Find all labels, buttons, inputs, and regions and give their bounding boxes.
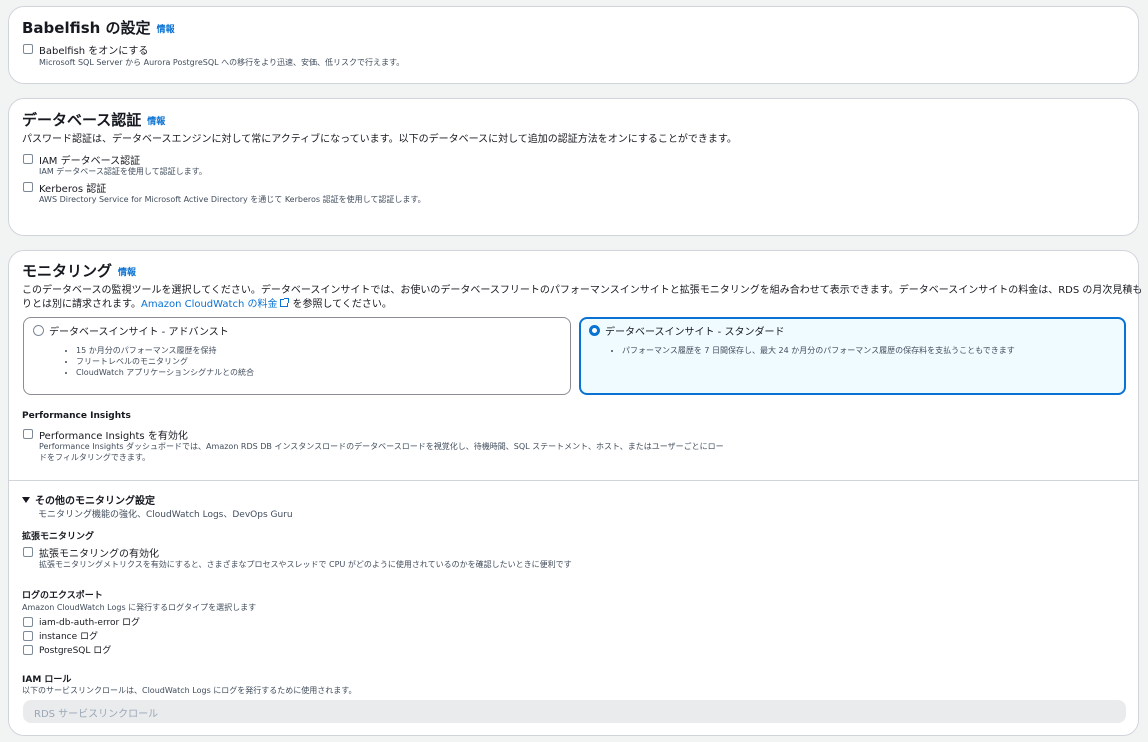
monitoring-card: モニタリング 情報 このデータベースの監視ツールを選択してください。データベースイ… — [8, 250, 1143, 736]
db-auth-title: データベース認証 情報 — [22, 109, 165, 130]
tile-standard-title: データベースインサイト - スタンダード — [605, 327, 785, 338]
radio-advanced[interactable] — [33, 325, 44, 336]
pi-desc-line1: Performance Insights ダッシュボードでは、Amazon RD… — [39, 442, 724, 451]
log-iam-db-auth-error-checkbox[interactable] — [23, 617, 33, 627]
db-auth-title-text: データベース認証 — [22, 111, 142, 129]
list-item: フリートレベルのモニタリング — [76, 356, 254, 367]
monitoring-desc-line1: このデータベースの監視ツールを選択してください。データベースインサイトでは、お使… — [22, 285, 1143, 296]
enhanced-monitoring-heading: 拡張モニタリング — [22, 532, 95, 542]
db-auth-card: データベース認証 情報 パスワード認証は、データベースエンジンに対して常にアクティ… — [8, 98, 1139, 236]
enhanced-monitoring-label: 拡張モニタリングの有効化 — [39, 549, 159, 560]
log-export-heading: ログのエクスポート — [22, 591, 103, 601]
additional-monitoring-subtitle: モニタリング機能の強化、CloudWatch Logs、DevOps Guru — [38, 510, 293, 520]
enhanced-monitoring-checkbox[interactable] — [23, 547, 33, 557]
babelfish-checkbox[interactable] — [23, 44, 33, 54]
log-postgresql-checkbox[interactable] — [23, 645, 33, 655]
additional-monitoring-toggle[interactable]: その他のモニタリング設定 — [22, 492, 155, 507]
kerberos-auth-checkbox[interactable] — [23, 182, 33, 192]
list-item: パフォーマンス履歴を 7 日間保存し、最大 24 か月分のパフォーマンス履歴の保… — [622, 345, 1015, 356]
list-item: CloudWatch アプリケーションシグナルとの統合 — [76, 367, 254, 378]
monitoring-title: モニタリング 情報 — [22, 260, 136, 281]
pi-checkbox-label: Performance Insights を有効化 — [39, 431, 188, 442]
db-auth-desc: パスワード認証は、データベースエンジンに対して常にアクティブになっています。以下… — [22, 134, 737, 145]
monitoring-desc-post: を参照してください。 — [292, 299, 392, 310]
pi-checkbox[interactable] — [23, 429, 33, 439]
kerberos-auth-desc: AWS Directory Service for Microsoft Acti… — [39, 195, 426, 204]
list-item: 15 か月分のパフォーマンス履歴を保持 — [76, 345, 254, 356]
pi-heading: Performance Insights — [22, 411, 131, 421]
monitoring-title-text: モニタリング — [22, 262, 113, 280]
log-postgresql-label: PostgreSQL ログ — [39, 646, 112, 656]
tile-advanced[interactable]: データベースインサイト - アドバンスト 15 か月分のパフォーマンス履歴を保持… — [23, 317, 571, 395]
monitoring-info-link[interactable]: 情報 — [118, 268, 136, 278]
kerberos-auth-label: Kerberos 認証 — [39, 184, 107, 195]
monitoring-desc-line2: りとは別に請求されます。Amazon CloudWatch の料金 を参照してくだ… — [22, 295, 392, 310]
iam-auth-desc: IAM データベース認証を使用して認証します。 — [39, 167, 207, 176]
log-instance-checkbox[interactable] — [23, 631, 33, 641]
iam-auth-label: IAM データベース認証 — [39, 156, 141, 167]
tile-advanced-bullets: 15 か月分のパフォーマンス履歴を保持 フリートレベルのモニタリング Cloud… — [64, 345, 254, 378]
enhanced-monitoring-desc: 拡張モニタリングメトリクスを有効にすると、さまざまなプロセスやスレッドで CPU… — [39, 560, 572, 569]
iam-auth-checkbox[interactable] — [23, 154, 33, 164]
external-link-icon — [280, 298, 290, 307]
log-instance-label: instance ログ — [39, 632, 98, 642]
babelfish-checkbox-label: Babelfish をオンにする — [39, 46, 149, 57]
babelfish-checkbox-desc: Microsoft SQL Server から Aurora PostgreSQ… — [39, 58, 405, 67]
monitoring-desc-pre: りとは別に請求されます。 — [22, 299, 141, 310]
babelfish-card: Babelfish の設定 情報 Babelfish をオンにする Microso… — [8, 6, 1139, 84]
babelfish-info-link[interactable]: 情報 — [157, 25, 175, 35]
tile-standard-bullets: パフォーマンス履歴を 7 日間保存し、最大 24 か月分のパフォーマンス履歴の保… — [610, 345, 1015, 356]
babelfish-title-text: Babelfish の設定 — [22, 19, 151, 37]
divider — [9, 480, 1138, 481]
caret-down-icon — [22, 497, 30, 503]
additional-monitoring-title: その他のモニタリング設定 — [35, 496, 155, 507]
log-export-desc: Amazon CloudWatch Logs に発行するログタイプを選択します — [22, 603, 257, 612]
iam-role-input[interactable]: RDS サービスリンクロール — [23, 700, 1126, 723]
tile-standard[interactable]: データベースインサイト - スタンダード パフォーマンス履歴を 7 日間保存し、… — [579, 317, 1126, 395]
babelfish-title: Babelfish の設定 情報 — [22, 17, 175, 38]
radio-standard[interactable] — [589, 325, 600, 336]
tile-advanced-title: データベースインサイト - アドバンスト — [49, 327, 229, 338]
iam-role-heading: IAM ロール — [22, 675, 72, 685]
db-auth-info-link[interactable]: 情報 — [147, 117, 165, 127]
iam-role-desc: 以下のサービスリンクロールは、CloudWatch Logs にログを発行するた… — [22, 686, 357, 695]
pi-desc-line2: ドをフィルタリングできます。 — [39, 453, 151, 462]
cloudwatch-pricing-link[interactable]: Amazon CloudWatch の料金 — [141, 299, 277, 310]
log-iam-db-auth-error-label: iam-db-auth-error ログ — [39, 618, 141, 628]
